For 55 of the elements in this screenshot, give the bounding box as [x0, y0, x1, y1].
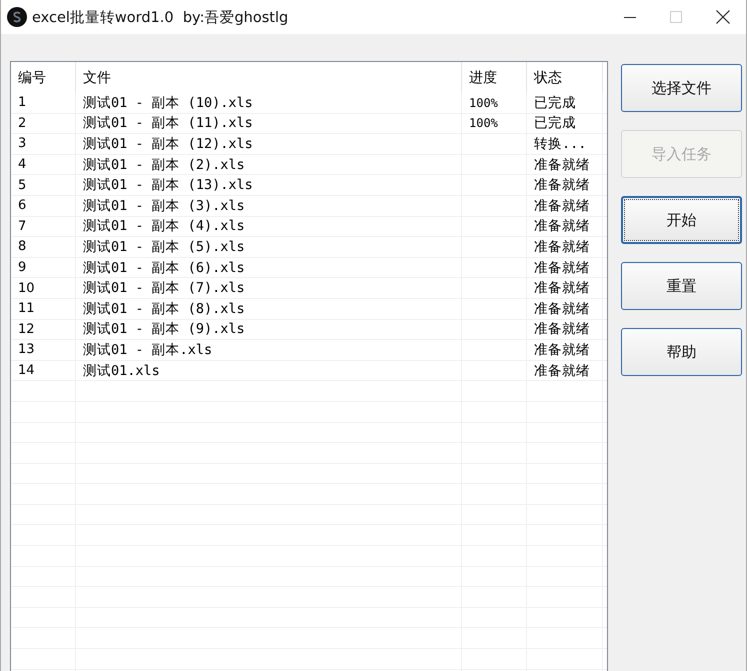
- table-cell: 准备就绪: [534, 279, 590, 298]
- app-logo-icon: [7, 7, 27, 27]
- table-cell: 4: [18, 157, 26, 172]
- action-button[interactable]: 选择文件: [621, 64, 742, 112]
- table-cell: 测试01 - 副本 (5).xls: [83, 238, 245, 256]
- table-cell: 3: [18, 136, 26, 152]
- window-title: excel批量转word1.0 by:吾爱ghostlg: [32, 8, 288, 26]
- table-cell: 测试01 - 副本 (7).xls: [83, 279, 245, 298]
- table-cell: 测试01.xls: [83, 362, 160, 380]
- table-cell: 测试01 - 副本 (2).xls: [83, 156, 245, 174]
- table-cell: 测试01 - 副本 (10).xls: [83, 94, 253, 112]
- table-cell: 测试01 - 副本 (12).xls: [83, 134, 253, 153]
- table-cell: 准备就绪: [534, 156, 590, 174]
- table-cell: 100%: [469, 116, 498, 130]
- table-cell: 测试01 - 副本 (4).xls: [83, 217, 245, 236]
- column-header[interactable]: 进度: [469, 68, 497, 86]
- table-cell: 已完成: [534, 94, 576, 112]
- action-button[interactable]: 重置: [621, 262, 742, 310]
- table-cell: 13: [18, 342, 35, 358]
- table-cell: 6: [18, 198, 26, 214]
- action-button[interactable]: 开始: [621, 196, 742, 244]
- table-cell: 12: [18, 322, 35, 337]
- column-header[interactable]: 编号: [18, 68, 46, 86]
- table-cell: 测试01 - 副本 (13).xls: [83, 176, 253, 194]
- table-cell: 8: [18, 239, 26, 254]
- table-cell: 准备就绪: [534, 196, 590, 215]
- table-cell: 准备就绪: [534, 320, 590, 338]
- table-cell: 准备就绪: [534, 176, 590, 194]
- table-cell: 转换...: [534, 134, 586, 153]
- table-cell: 准备就绪: [534, 362, 590, 380]
- table-cell: 10: [18, 280, 35, 296]
- column-header[interactable]: 文件: [83, 68, 111, 86]
- table-cell: 11: [18, 301, 35, 316]
- table-cell: 14: [18, 363, 35, 378]
- table-cell: 测试01 - 副本 (9).xls: [83, 320, 245, 338]
- table-cell: 7: [18, 218, 26, 234]
- table-cell: 准备就绪: [534, 217, 590, 236]
- table-cell: 准备就绪: [534, 300, 590, 318]
- action-button[interactable]: 帮助: [621, 328, 742, 376]
- table-cell: 已完成: [534, 114, 576, 132]
- table-cell: 准备就绪: [534, 340, 590, 359]
- table-cell: 准备就绪: [534, 238, 590, 256]
- table-cell: 5: [18, 178, 26, 193]
- table-cell: 测试01 - 副本 (11).xls: [83, 114, 253, 132]
- table-cell: 测试01 - 副本.xls: [83, 340, 212, 359]
- table-cell: 测试01 - 副本 (6).xls: [83, 258, 245, 277]
- table-cell: 2: [18, 116, 26, 131]
- table-cell: 1: [18, 95, 26, 110]
- close-icon[interactable]: [716, 10, 730, 24]
- table-cell: 100%: [469, 96, 498, 110]
- table-cell: 测试01 - 副本 (8).xls: [83, 300, 245, 318]
- table-cell: 9: [18, 260, 26, 276]
- column-header[interactable]: 状态: [534, 68, 562, 86]
- table-cell: 准备就绪: [534, 258, 590, 277]
- table-cell: 测试01 - 副本 (3).xls: [83, 196, 245, 215]
